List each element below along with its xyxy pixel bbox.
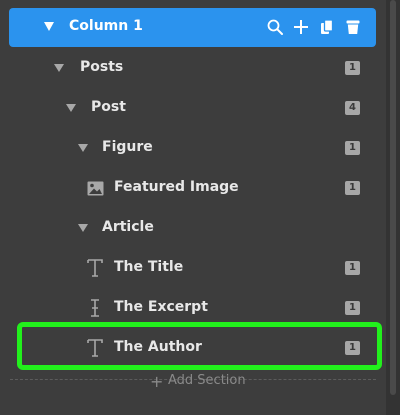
- plus-icon[interactable]: [292, 17, 310, 37]
- search-icon[interactable]: [266, 17, 284, 37]
- count-badge: 1: [345, 181, 360, 195]
- count-badge: 1: [345, 301, 360, 315]
- expand-caret-icon[interactable]: [78, 144, 88, 152]
- expand-caret-icon[interactable]: [78, 224, 88, 232]
- tree-item-label: Post: [91, 99, 126, 115]
- tree-item-label: The Title: [114, 259, 184, 275]
- tree-item-post[interactable]: Post 4: [0, 88, 386, 128]
- selection-highlight: [17, 322, 382, 370]
- add-section-label: Add Section: [168, 373, 246, 388]
- tree-item-label: Posts: [80, 59, 124, 75]
- tree-item-label: The Excerpt: [114, 299, 208, 315]
- tree-item-label: Figure: [102, 139, 153, 155]
- trash-icon[interactable]: [344, 17, 362, 37]
- tree-item-posts[interactable]: Posts 1: [0, 48, 386, 88]
- tree-item-article[interactable]: Article: [0, 208, 386, 248]
- tree-item-the-title[interactable]: The Title 1: [0, 248, 386, 288]
- count-badge: 1: [345, 261, 360, 275]
- add-icon: +: [150, 372, 164, 391]
- column-title: Column 1: [69, 18, 143, 34]
- scrollbar-thumb[interactable]: [390, 0, 396, 395]
- text-icon: [86, 258, 104, 278]
- column-header[interactable]: Column 1: [9, 8, 376, 47]
- count-badge: 1: [345, 141, 360, 155]
- tree-item-figure[interactable]: Figure 1: [0, 128, 386, 168]
- duplicate-icon[interactable]: [318, 17, 336, 37]
- expand-caret-icon[interactable]: [54, 64, 64, 72]
- add-section-button[interactable]: + Add Section: [10, 372, 376, 399]
- tree-item-featured-image[interactable]: Featured Image 1: [0, 168, 386, 208]
- collapse-caret-icon[interactable]: [44, 22, 54, 31]
- header-actions: [266, 17, 362, 37]
- image-icon: [86, 178, 104, 198]
- navigator-panel: Column 1 Posts 1 Post 4 Figure 1 Feature…: [0, 0, 386, 415]
- text-cursor-icon: [86, 298, 104, 318]
- count-badge: 4: [345, 101, 360, 115]
- expand-caret-icon[interactable]: [66, 104, 76, 112]
- tree-item-label: Article: [102, 219, 154, 235]
- scrollbar[interactable]: [386, 0, 400, 415]
- tree-item-label: Featured Image: [114, 179, 239, 195]
- count-badge: 1: [345, 61, 360, 75]
